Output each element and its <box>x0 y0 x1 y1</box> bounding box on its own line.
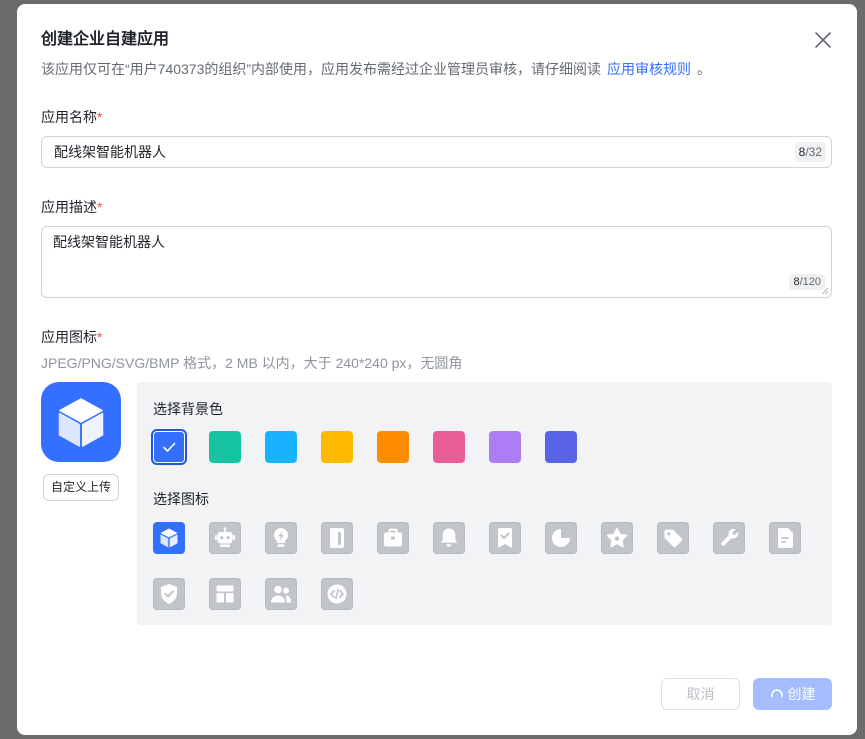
close-icon[interactable] <box>814 31 832 49</box>
shield-check-icon[interactable] <box>153 578 185 610</box>
briefcase-icon[interactable] <box>377 522 409 554</box>
custom-upload-button[interactable]: 自定义上传 <box>43 474 119 501</box>
background-color-heading: 选择背景色 <box>153 401 223 417</box>
color-swatch-blue[interactable] <box>153 431 185 463</box>
app-description-field[interactable]: 配线架智能机器人 8/120 <box>41 226 832 298</box>
check-icon <box>163 442 176 452</box>
bell-icon[interactable] <box>433 522 465 554</box>
char-limit: /32 <box>805 145 822 159</box>
app-description-char-counter: 8/120 <box>789 274 825 290</box>
dialog-title: 创建企业自建应用 <box>41 31 170 48</box>
lightbulb-icon[interactable] <box>265 522 297 554</box>
users-icon[interactable] <box>265 578 297 610</box>
char-limit: /120 <box>799 276 821 288</box>
cancel-button[interactable]: 取消 <box>661 678 740 710</box>
document-icon[interactable] <box>769 522 801 554</box>
color-swatch-yellow[interactable] <box>321 431 353 463</box>
icon-heading: 选择图标 <box>153 491 209 507</box>
layout-icon[interactable] <box>209 578 241 610</box>
color-swatch-purple[interactable] <box>489 431 521 463</box>
required-mark: * <box>97 109 103 125</box>
app-icon-hint: JPEG/PNG/SVG/BMP 格式，2 MB 以内，大于 240*240 p… <box>41 355 463 371</box>
description-text: 该应用仅可在“用户740373的组织”内部使用，应用发布需经过企业管理员审核，请… <box>41 61 602 77</box>
resize-grip-icon[interactable] <box>821 287 829 295</box>
door-icon[interactable] <box>321 522 353 554</box>
app-name-field[interactable]: 8/32 <box>41 136 832 168</box>
create-app-dialog: 创建企业自建应用 该应用仅可在“用户740373的组织”内部使用，应用发布需经过… <box>17 4 857 735</box>
pie-chart-icon[interactable] <box>545 522 577 554</box>
app-description-label-text: 应用描述 <box>41 199 97 215</box>
cube-icon[interactable] <box>153 522 185 554</box>
app-icon-label-text: 应用图标 <box>41 329 97 345</box>
wrench-icon[interactable] <box>713 522 745 554</box>
required-mark: * <box>97 199 103 215</box>
app-name-input[interactable] <box>54 137 754 167</box>
color-swatch-teal[interactable] <box>209 431 241 463</box>
color-swatch-sky[interactable] <box>265 431 297 463</box>
app-description-textarea[interactable]: 配线架智能机器人 <box>53 232 793 274</box>
app-icon-label: 应用图标* <box>41 327 102 347</box>
spinner-icon <box>770 689 783 698</box>
app-name-label: 应用名称* <box>41 107 102 127</box>
required-mark: * <box>97 329 103 345</box>
code-icon[interactable] <box>321 578 353 610</box>
robot-icon[interactable] <box>209 522 241 554</box>
color-swatch-indigo[interactable] <box>545 431 577 463</box>
tag-icon[interactable] <box>657 522 689 554</box>
color-swatch-pink[interactable] <box>433 431 465 463</box>
review-rules-link[interactable]: 应用审核规则 <box>607 61 691 77</box>
app-name-label-text: 应用名称 <box>41 109 97 125</box>
app-name-char-counter: 8/32 <box>794 142 826 162</box>
icon-picker-panel: 选择背景色 选择图标 <box>137 382 832 625</box>
create-button-label: 创建 <box>787 686 816 702</box>
app-description-label: 应用描述* <box>41 197 102 217</box>
create-button[interactable]: 创建 <box>753 678 832 710</box>
color-swatch-orange[interactable] <box>377 431 409 463</box>
cube-icon <box>58 398 104 447</box>
star-badge-icon[interactable] <box>601 522 633 554</box>
bookmark-check-icon[interactable] <box>489 522 521 554</box>
description-end: 。 <box>697 61 712 77</box>
dialog-description: 该应用仅可在“用户740373的组织”内部使用，应用发布需经过企业管理员审核，请… <box>41 59 711 79</box>
app-icon-preview <box>41 382 121 462</box>
